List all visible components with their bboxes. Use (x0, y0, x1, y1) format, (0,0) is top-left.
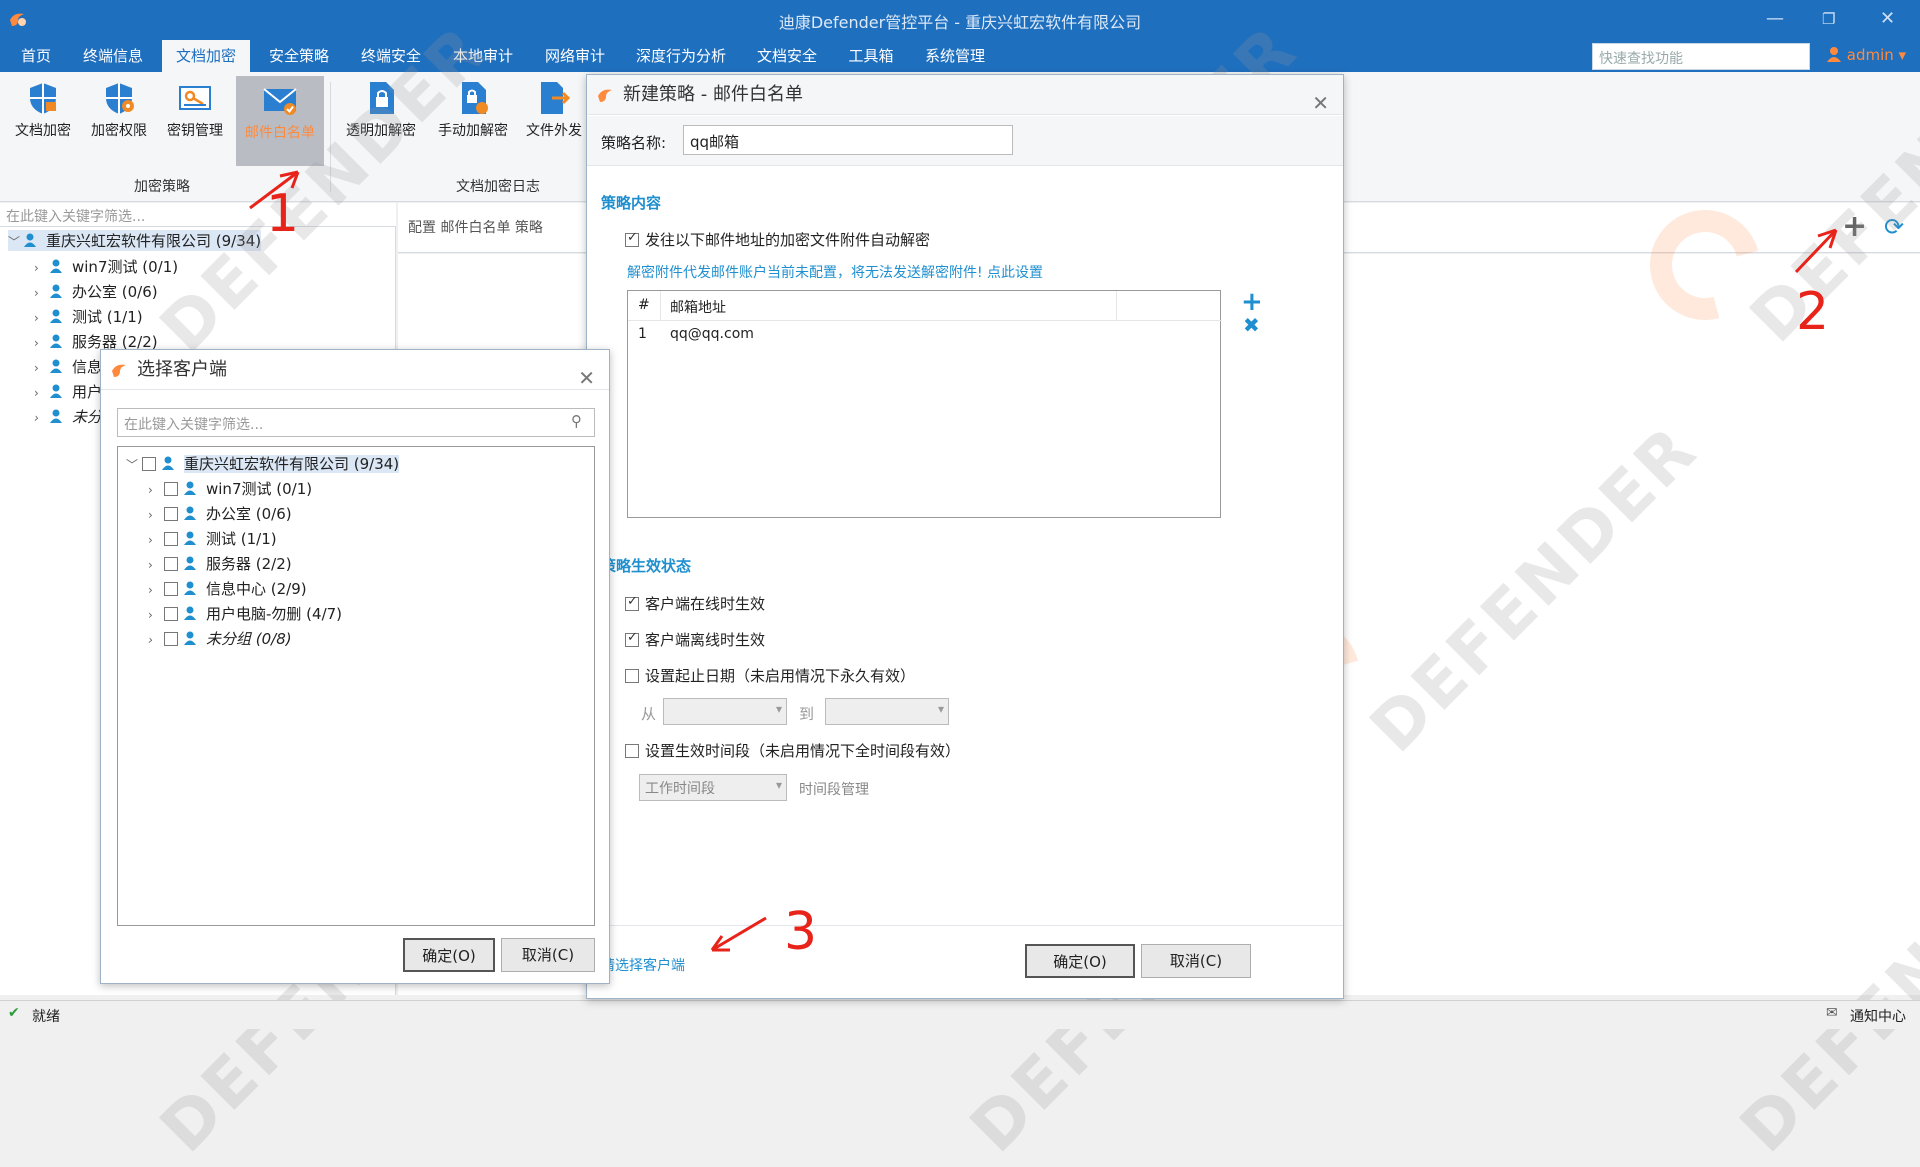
annotation-2: 2 (1796, 282, 1830, 342)
annotation-3: 3 (784, 902, 818, 962)
annotation-1: 1 (266, 184, 300, 244)
annotation-arrows (249, 170, 1838, 952)
